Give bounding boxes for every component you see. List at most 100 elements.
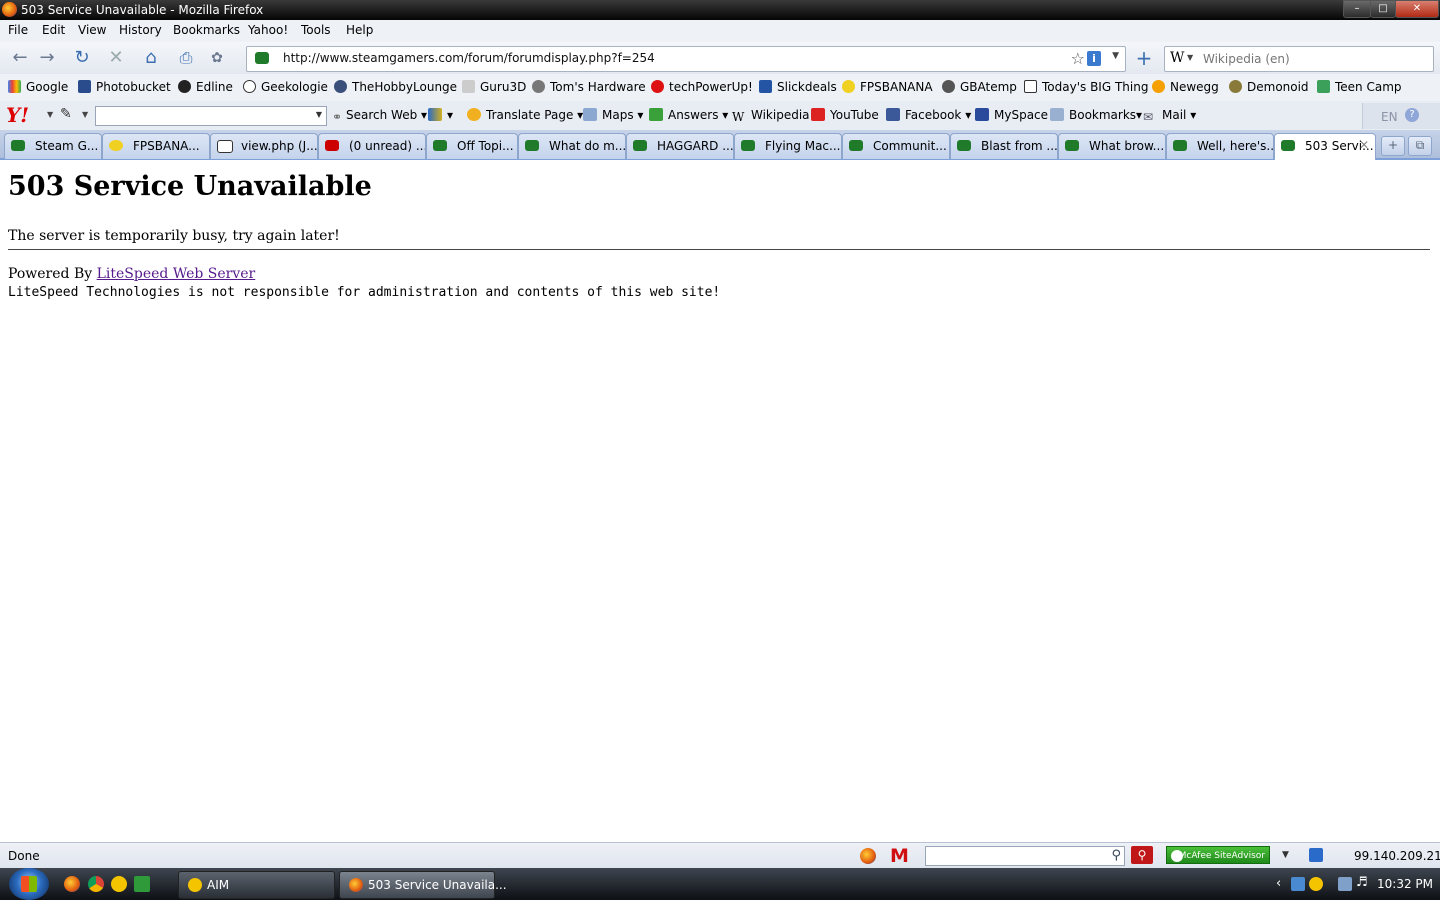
url-text[interactable]: http://www.steamgamers.com/forum/forumdi… bbox=[283, 51, 655, 65]
quicklaunch-firefox-icon[interactable] bbox=[64, 876, 80, 892]
menu-bookmarks[interactable]: Bookmarks bbox=[173, 23, 240, 37]
tab-blast-from[interactable]: Blast from ... bbox=[950, 133, 1058, 159]
tab-what-brow[interactable]: What brow... bbox=[1058, 133, 1166, 159]
bookmark-fpsbanana[interactable]: FPSBANANA bbox=[842, 80, 933, 94]
back-button[interactable]: ← bbox=[7, 46, 33, 70]
bookmark-newegg[interactable]: Newegg bbox=[1152, 80, 1219, 94]
search-input[interactable] bbox=[1201, 49, 1430, 69]
quicklaunch-chrome-icon[interactable] bbox=[88, 876, 104, 892]
close-button[interactable]: ✕ bbox=[1395, 0, 1439, 18]
m-logo-icon[interactable]: M bbox=[890, 845, 909, 867]
list-all-tabs-button[interactable]: ⧉ bbox=[1408, 136, 1432, 156]
tray-volume-icon[interactable]: ♬ bbox=[1356, 875, 1368, 890]
tab-haggard[interactable]: HAGGARD ... bbox=[626, 133, 734, 159]
clock[interactable]: 10:32 PM bbox=[1377, 877, 1433, 891]
reload-button[interactable]: ↻ bbox=[69, 46, 95, 70]
tab-what-do-m[interactable]: What do m... bbox=[518, 133, 626, 159]
tab-steam[interactable]: Steam G... bbox=[4, 133, 102, 159]
quicklaunch-app-icon[interactable] bbox=[134, 876, 150, 892]
bookmark-thehobbylounge[interactable]: TheHobbyLounge bbox=[334, 80, 457, 94]
yahoo-search-input[interactable]: ▼ bbox=[95, 106, 327, 126]
start-button[interactable] bbox=[9, 868, 49, 900]
menu-view[interactable]: View bbox=[78, 23, 106, 37]
yahoo-translate-button[interactable]: Translate Page ▾ bbox=[467, 108, 583, 122]
maximize-button[interactable]: □ bbox=[1370, 0, 1396, 18]
task-firefox[interactable]: 503 Service Unavaila... bbox=[339, 871, 507, 899]
yahoo-input-dropdown-icon[interactable]: ▼ bbox=[316, 110, 322, 119]
yahoo-myspace-button[interactable]: MySpace bbox=[975, 108, 1048, 122]
search-bar[interactable]: W ▼ bbox=[1164, 46, 1434, 72]
tab-close-icon[interactable]: ✕ bbox=[1359, 138, 1369, 152]
firefox-status-icon[interactable] bbox=[860, 848, 876, 864]
tray-network-icon[interactable] bbox=[1338, 877, 1352, 891]
engine-dropdown-icon[interactable]: ▼ bbox=[1187, 53, 1193, 62]
new-tab-plus-button[interactable]: + bbox=[1381, 136, 1405, 156]
bookmark-toms-hardware[interactable]: Tom's Hardware bbox=[532, 80, 646, 94]
bookmark-guru3d[interactable]: Guru3D bbox=[462, 80, 526, 94]
yahoo-facebook-button[interactable]: Facebook ▾ bbox=[886, 108, 971, 122]
url-bar[interactable]: http://www.steamgamers.com/forum/forumdi… bbox=[246, 46, 1126, 72]
litespeed-link[interactable]: LiteSpeed Web Server bbox=[97, 266, 256, 282]
bookmark-slickdeals[interactable]: Slickdeals bbox=[759, 80, 837, 94]
bookmark-techpowerup[interactable]: techPowerUp! bbox=[651, 80, 753, 94]
red-search-icon[interactable]: ⚲ bbox=[1131, 846, 1153, 864]
yahoo-youtube-button[interactable]: YouTube bbox=[811, 108, 879, 122]
print-button[interactable]: ⎙ bbox=[173, 46, 199, 70]
minimize-button[interactable]: – bbox=[1343, 0, 1371, 18]
yahoo-dropdown-icon[interactable]: ▼ bbox=[47, 110, 53, 119]
stop-button[interactable]: ✕ bbox=[103, 46, 129, 70]
bookmark-photobucket[interactable]: Photobucket bbox=[78, 80, 171, 94]
tray-aim-icon[interactable] bbox=[1309, 877, 1323, 891]
home-button[interactable]: ⌂ bbox=[138, 46, 164, 70]
menu-yahoo[interactable]: Yahoo! bbox=[248, 23, 288, 37]
tab-503-active[interactable]: 503 Servi... ✕ bbox=[1274, 133, 1376, 160]
pencil-dropdown-icon[interactable]: ▼ bbox=[82, 110, 88, 119]
addon-button[interactable]: ✿ bbox=[204, 46, 230, 70]
new-tab-button[interactable]: + bbox=[1131, 46, 1157, 70]
info-icon[interactable]: i bbox=[1087, 51, 1101, 66]
bookmark-star-icon[interactable]: ☆ bbox=[1071, 49, 1085, 68]
menu-help[interactable]: Help bbox=[346, 23, 373, 37]
yahoo-maps-button[interactable]: Maps ▾ bbox=[583, 108, 643, 122]
yahoo-shield-button[interactable]: ▾ bbox=[428, 108, 453, 122]
wikipedia-engine-icon[interactable]: W bbox=[1170, 50, 1184, 66]
yahoo-mail-button[interactable]: ✉ Mail ▾ bbox=[1143, 108, 1196, 124]
yahoo-logo[interactable]: Y! bbox=[6, 103, 29, 127]
url-dropdown-icon[interactable]: ▼ bbox=[1112, 51, 1119, 61]
magnifier-icon[interactable]: ⚲ bbox=[1111, 848, 1121, 863]
bookmark-gbatemp[interactable]: GBAtemp bbox=[942, 80, 1017, 94]
menu-edit[interactable]: Edit bbox=[42, 23, 65, 37]
status-search-input[interactable]: ⚲ bbox=[925, 846, 1125, 866]
task-aim[interactable]: AIM bbox=[178, 871, 335, 899]
bookmark-teen-camp[interactable]: Teen Camp bbox=[1317, 80, 1402, 94]
help-icon[interactable]: ? bbox=[1405, 108, 1419, 122]
firefox-icon[interactable] bbox=[2, 2, 17, 17]
yahoo-answers-button[interactable]: Answers ▾ bbox=[649, 108, 728, 122]
tray-network-app-icon[interactable] bbox=[1291, 877, 1305, 891]
xmarks-icon[interactable] bbox=[1309, 848, 1323, 862]
tab-view-php[interactable]: view.php (J... bbox=[210, 133, 318, 159]
bookmark-geekologie[interactable]: Geekologie bbox=[243, 80, 328, 94]
menu-file[interactable]: File bbox=[8, 23, 28, 37]
siteadvisor-dropdown-icon[interactable]: ▼ bbox=[1282, 850, 1289, 860]
bookmark-demonoid[interactable]: Demonoid bbox=[1229, 80, 1309, 94]
tab-unread-mail[interactable]: (0 unread) ... bbox=[318, 133, 426, 159]
quicklaunch-aim-icon[interactable] bbox=[111, 876, 127, 892]
yahoo-bookmarks-button[interactable]: Bookmarks▾ bbox=[1050, 108, 1142, 122]
bookmark-edline[interactable]: Edline bbox=[178, 80, 233, 94]
pencil-icon[interactable]: ✎ bbox=[60, 106, 72, 122]
bookmark-google[interactable]: Google bbox=[8, 80, 68, 94]
tray-expand-icon[interactable]: ‹ bbox=[1276, 876, 1281, 891]
yahoo-search-web-button[interactable]: ⚭ Search Web ▾ bbox=[332, 108, 427, 124]
tab-off-topic[interactable]: Off Topi... bbox=[426, 133, 518, 159]
mcafee-siteadvisor-button[interactable]: McAfee SiteAdvisor bbox=[1166, 846, 1270, 864]
tab-community[interactable]: Communit... bbox=[842, 133, 950, 159]
menu-tools[interactable]: Tools bbox=[301, 23, 331, 37]
yahoo-wikipedia-button[interactable]: W Wikipedia bbox=[732, 108, 810, 124]
tab-flying-mac[interactable]: Flying Mac... bbox=[734, 133, 842, 159]
forward-button[interactable]: → bbox=[34, 46, 60, 70]
menu-history[interactable]: History bbox=[119, 23, 162, 37]
tab-well-heres[interactable]: Well, here's... bbox=[1166, 133, 1274, 159]
language-indicator[interactable]: EN ? bbox=[1362, 103, 1440, 129]
bookmark-todays-big-thing[interactable]: Today's BIG Thing bbox=[1024, 80, 1148, 94]
